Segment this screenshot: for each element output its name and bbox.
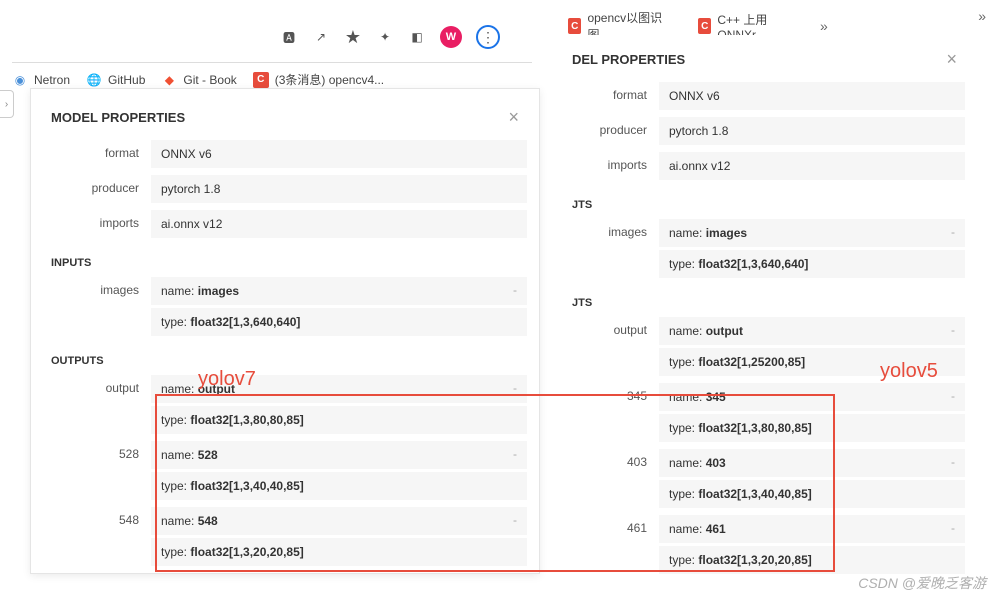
- io-row: images name: images- type: float32[1,3,6…: [31, 277, 539, 339]
- property-key: format: [564, 82, 659, 102]
- sidepanel-icon[interactable]: ◧: [408, 28, 426, 46]
- property-key: imports: [43, 210, 151, 230]
- io-row: 548 name: 548- type: float32[1,3,20,20,8…: [31, 507, 539, 569]
- property-key: producer: [43, 175, 151, 195]
- close-icon[interactable]: ×: [946, 49, 957, 70]
- section-inputs: JTS: [552, 187, 977, 219]
- favicon-c-icon: C: [698, 18, 711, 34]
- bookmark-label: Netron: [34, 73, 70, 87]
- io-type: type: float32[1,3,40,40,85]: [151, 472, 527, 500]
- property-row: imports ai.onnx v12: [31, 210, 539, 241]
- favicon-c-icon: C: [568, 18, 581, 34]
- io-name: name: 345-: [659, 383, 965, 411]
- io-type: type: float32[1,3,40,40,85]: [659, 480, 965, 508]
- io-key: images: [564, 219, 659, 239]
- io-key: output: [43, 375, 151, 395]
- git-icon: ◆: [161, 72, 177, 88]
- io-type: type: float32[1,3,80,80,85]: [151, 406, 527, 434]
- favicon-c-icon: C: [253, 72, 269, 88]
- property-key: format: [43, 140, 151, 160]
- io-row: 345 name: 345- type: float32[1,3,80,80,8…: [552, 383, 977, 445]
- side-expand-icon[interactable]: ›: [0, 90, 14, 118]
- io-type: type: float32[1,3,20,20,85]: [151, 538, 527, 566]
- property-key: imports: [564, 152, 659, 172]
- io-name: name: images-: [151, 277, 527, 305]
- io-row: images name: images- type: float32[1,3,6…: [552, 219, 977, 281]
- property-value: ONNX v6: [659, 82, 965, 110]
- bookmark-git[interactable]: ◆ Git - Book: [161, 72, 236, 88]
- io-name: name: 461-: [659, 515, 965, 543]
- io-key: 345: [564, 383, 659, 403]
- bookmark-label: (3条消息) opencv4...: [275, 71, 384, 88]
- property-row: format ONNX v6: [552, 82, 977, 113]
- bookmark-opencv[interactable]: C (3条消息) opencv4...: [253, 71, 384, 88]
- io-key: 403: [564, 449, 659, 469]
- bookmark-netron[interactable]: ◉ Netron: [12, 72, 70, 88]
- close-icon[interactable]: ×: [508, 107, 519, 128]
- io-type: type: float32[1,3,20,20,85]: [659, 546, 965, 574]
- property-row: producer pytorch 1.8: [552, 117, 977, 148]
- io-row: output name: output- type: float32[1,3,8…: [31, 375, 539, 437]
- io-name: name: 528-: [151, 441, 527, 469]
- bookmark-star-icon[interactable]: ★: [344, 28, 362, 46]
- section-inputs: INPUTS: [31, 245, 539, 277]
- more-menu-icon[interactable]: ⋮: [476, 25, 500, 49]
- io-row: 528 name: 528- type: float32[1,3,40,40,8…: [31, 441, 539, 503]
- extensions-icon[interactable]: ✦: [376, 28, 394, 46]
- io-row: 461 name: 461- type: float32[1,3,20,20,8…: [552, 515, 977, 577]
- io-key: 528: [43, 441, 151, 461]
- io-name: name: 548-: [151, 507, 527, 535]
- bookmark-label: GitHub: [108, 73, 145, 87]
- property-value: ai.onnx v12: [659, 152, 965, 180]
- profile-avatar[interactable]: W: [440, 26, 462, 48]
- github-icon: 🌐: [86, 72, 102, 88]
- io-type: type: float32[1,3,80,80,85]: [659, 414, 965, 442]
- watermark: CSDN @爱晚乏客游: [858, 573, 986, 593]
- property-value: ONNX v6: [151, 140, 527, 168]
- io-type: type: float32[1,3,640,640]: [659, 250, 965, 278]
- io-name: name: 403-: [659, 449, 965, 477]
- tabs-overflow-icon[interactable]: »: [978, 8, 986, 24]
- bookmarks-bar: ◉ Netron 🌐 GitHub ◆ Git - Book C (3条消息) …: [12, 62, 532, 88]
- io-key: images: [43, 277, 151, 297]
- property-value: pytorch 1.8: [151, 175, 527, 203]
- model-properties-panel-right: DEL PROPERTIES × format ONNX v6 producer…: [552, 35, 977, 581]
- property-row: format ONNX v6: [31, 140, 539, 171]
- property-value: pytorch 1.8: [659, 117, 965, 145]
- property-row: producer pytorch 1.8: [31, 175, 539, 206]
- io-type: type: float32[1,3,640,640]: [151, 308, 527, 336]
- io-key: output: [564, 317, 659, 337]
- io-key: 548: [43, 507, 151, 527]
- translate-icon[interactable]: 🅰: [280, 28, 298, 46]
- browser-toolbar: 🅰 ↗ ★ ✦ ◧ W ⋮: [280, 25, 500, 49]
- io-key: 461: [564, 515, 659, 535]
- annotation-yolov7: yolov7: [198, 368, 256, 391]
- io-name: name: images-: [659, 219, 965, 247]
- panel-title: MODEL PROPERTIES: [51, 110, 185, 125]
- io-row: 403 name: 403- type: float32[1,3,40,40,8…: [552, 449, 977, 511]
- annotation-yolov5: yolov5: [880, 360, 938, 383]
- property-row: imports ai.onnx v12: [552, 152, 977, 183]
- panel-title: DEL PROPERTIES: [572, 52, 685, 67]
- section-outputs: JTS: [552, 285, 977, 317]
- section-outputs: OUTPUTS: [31, 343, 539, 375]
- bookmark-label: Git - Book: [183, 73, 236, 87]
- property-key: producer: [564, 117, 659, 137]
- bookmark-github[interactable]: 🌐 GitHub: [86, 72, 145, 88]
- property-value: ai.onnx v12: [151, 210, 527, 238]
- io-name: name: output-: [659, 317, 965, 345]
- model-properties-panel-left: MODEL PROPERTIES × format ONNX v6 produc…: [30, 88, 540, 574]
- tabs-overflow-icon[interactable]: »: [820, 18, 828, 34]
- share-icon[interactable]: ↗: [312, 28, 330, 46]
- netron-icon: ◉: [12, 72, 28, 88]
